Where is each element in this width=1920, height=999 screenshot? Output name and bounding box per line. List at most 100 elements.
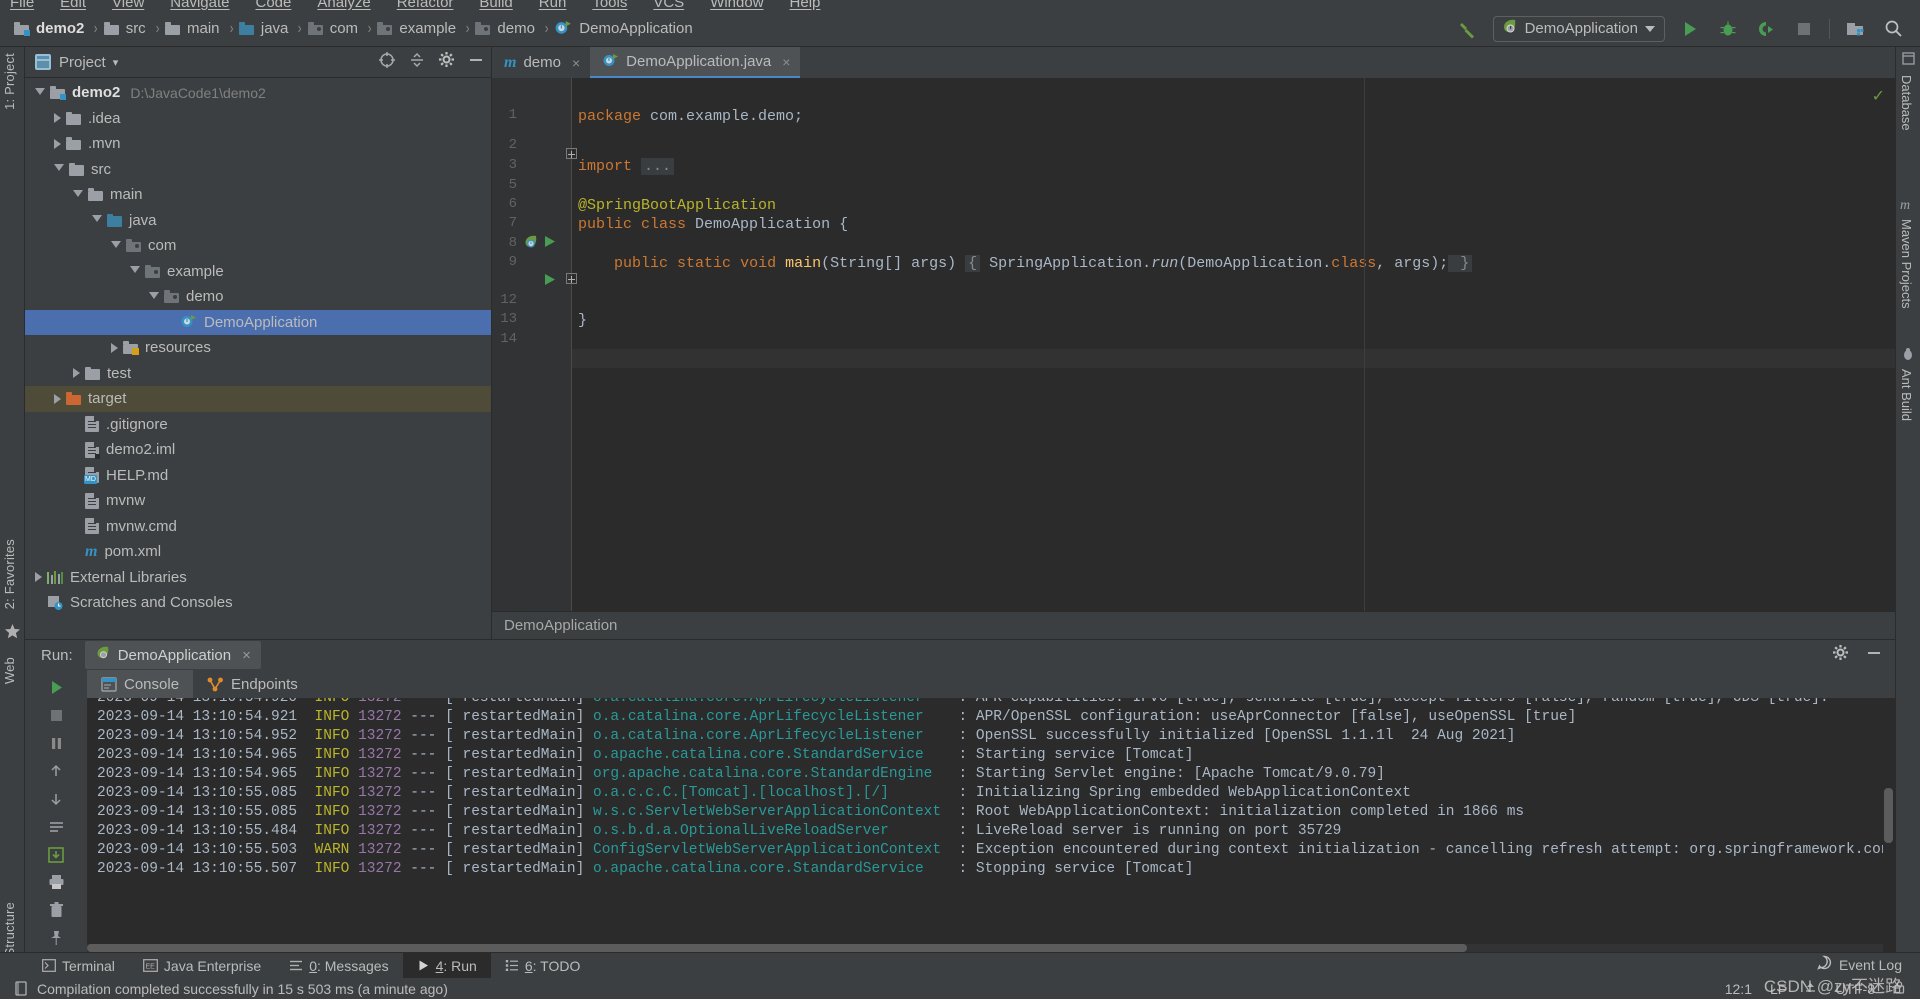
breadcrumb-item-com[interactable]: com [307, 20, 358, 37]
tree-node-example[interactable]: example [25, 259, 491, 285]
chevron-down-icon[interactable]: ▾ [113, 56, 119, 69]
run-with-coverage-icon[interactable] [1753, 16, 1779, 42]
menu-item-build[interactable]: Build [479, 0, 512, 11]
console-vertical-scrollbar-thumb[interactable] [1884, 788, 1893, 843]
console-output[interactable]: 2023-09-14 13:10:54.920 INFO 13272 --- [… [87, 698, 1895, 952]
tree-node-scratches-and-consoles[interactable]: Scratches and Consoles [25, 590, 491, 616]
line-separator[interactable]: LF [1770, 981, 1786, 997]
menu-item-help[interactable]: Help [790, 0, 821, 11]
menu-item-edit[interactable]: Edit [60, 0, 86, 11]
indent-icon[interactable] [1804, 981, 1817, 997]
editor-tab-demo[interactable]: m demo × [492, 47, 590, 78]
expand-arrow-icon[interactable] [111, 240, 121, 253]
run-gutter-icon[interactable] [543, 273, 556, 291]
bottom-tab---todo[interactable]: 6: TODO [491, 953, 595, 979]
tree-node-main[interactable]: main [25, 182, 491, 208]
rerun-icon[interactable] [39, 674, 73, 702]
search-everywhere-icon[interactable] [1880, 16, 1906, 42]
rail-tab-web[interactable]: Web [2, 657, 17, 684]
menu-item-code[interactable]: Code [255, 0, 291, 11]
tree-node-external-libraries[interactable]: External Libraries [25, 565, 491, 591]
tree-node-mvnw-cmd[interactable]: mvnw.cmd [25, 514, 491, 540]
breadcrumb-item-src[interactable]: src [103, 20, 146, 37]
code-editor[interactable]: 1 2 3 5 6 7 8 9 12 13 14 package com.exa… [492, 78, 1895, 639]
tree-node-demoapplication[interactable]: DemoApplication [25, 309, 491, 335]
menu-item-file[interactable]: File [10, 0, 34, 11]
stop-icon[interactable] [1791, 16, 1817, 42]
run-icon[interactable] [1677, 16, 1703, 42]
editor-tab-demoapplication-java[interactable]: DemoApplication.java × [590, 47, 801, 78]
collapse-arrow-icon[interactable] [54, 393, 61, 404]
tree-node-demo2[interactable]: demo2 D:\JavaCode1\demo2 [25, 80, 491, 106]
breadcrumb-item-example[interactable]: example [377, 20, 456, 37]
breadcrumb-item-main[interactable]: main [165, 20, 220, 37]
tree-node-src[interactable]: src [25, 157, 491, 183]
close-icon[interactable]: × [242, 647, 251, 664]
collapse-arrow-icon[interactable] [54, 113, 61, 124]
settings-gear-icon[interactable] [438, 51, 455, 73]
run-gutter-icon[interactable] [543, 235, 556, 253]
menu-item-tools[interactable]: Tools [592, 0, 627, 11]
console-horizontal-scrollbar[interactable] [87, 944, 1883, 952]
rail-tab-database[interactable]: Database [1899, 75, 1914, 131]
print-icon[interactable] [39, 869, 73, 897]
collapse-all-icon[interactable] [408, 51, 426, 74]
expand-arrow-icon[interactable] [92, 215, 102, 227]
tree-node-pom-xml[interactable]: m pom.xml [25, 539, 491, 565]
up-arrow-icon[interactable] [39, 757, 73, 785]
soft-wrap-icon[interactable] [39, 813, 73, 841]
menu-item-view[interactable]: View [112, 0, 144, 11]
clear-all-icon[interactable] [39, 896, 73, 924]
rail-tab-favorites[interactable]: 2: Favorites [2, 539, 17, 609]
project-structure-icon[interactable] [1842, 16, 1868, 42]
lock-icon[interactable] [1893, 980, 1906, 997]
collapse-arrow-icon[interactable] [111, 342, 118, 353]
tree-node-help-md[interactable]: MD HELP.md [25, 463, 491, 489]
rail-tab-project[interactable]: 1: Project [2, 53, 17, 110]
bottom-tab---run[interactable]: 4: Run [402, 952, 491, 979]
settings-gear-icon[interactable] [1832, 644, 1849, 666]
menu-item-navigate[interactable]: Navigate [170, 0, 229, 11]
menu-item-analyze[interactable]: Analyze [317, 0, 370, 11]
tree-node--mvn[interactable]: .mvn [25, 131, 491, 157]
menu-item-run[interactable]: Run [539, 0, 567, 11]
tree-node--gitignore[interactable]: .gitignore [25, 412, 491, 438]
chevron-down-icon[interactable] [1645, 25, 1655, 32]
collapse-arrow-icon[interactable] [54, 138, 61, 149]
run-configuration-selector[interactable]: DemoApplication [1492, 15, 1665, 42]
tree-node-demo2-iml[interactable]: demo2.iml [25, 437, 491, 463]
spring-bean-gutter-icon[interactable] [523, 234, 539, 255]
rail-tab-ant[interactable]: Ant Build [1899, 369, 1914, 421]
collapse-arrow-icon[interactable] [73, 368, 80, 379]
breadcrumb-item-demo2[interactable]: demo2 [14, 20, 84, 37]
editor-gutter[interactable]: 1 2 3 5 6 7 8 9 12 13 14 [492, 78, 577, 639]
notification-icon[interactable] [14, 981, 28, 996]
event-log-button[interactable]: Event Log [1817, 952, 1920, 978]
tree-node-resources[interactable]: resources [25, 335, 491, 361]
expand-arrow-icon[interactable] [130, 266, 140, 278]
menu-item-vcs[interactable]: VCS [653, 0, 684, 11]
tree-node--idea[interactable]: .idea [25, 106, 491, 132]
expand-arrow-icon[interactable] [73, 189, 83, 202]
stop-icon[interactable] [39, 702, 73, 730]
debug-icon[interactable] [1715, 16, 1741, 42]
hide-panel-icon[interactable] [1865, 644, 1883, 667]
file-encoding[interactable]: UTF-8 [1835, 981, 1875, 997]
collapse-arrow-icon[interactable] [35, 572, 42, 583]
notifications-icon[interactable] [1901, 51, 1918, 68]
expand-arrow-icon[interactable] [54, 164, 64, 176]
rail-tab-maven[interactable]: Maven Projects [1899, 219, 1914, 309]
expand-arrow-icon[interactable] [149, 291, 159, 304]
inspection-status-icon[interactable]: ✓ [1872, 86, 1885, 106]
close-icon[interactable]: × [782, 54, 790, 70]
tree-node-target[interactable]: target [25, 386, 491, 412]
run-configuration-chip[interactable]: DemoApplication × [84, 641, 261, 669]
tree-node-java[interactable]: java [25, 208, 491, 234]
pin-icon[interactable] [39, 924, 73, 952]
menu-item-refactor[interactable]: Refactor [397, 0, 454, 11]
tree-node-demo[interactable]: demo [25, 284, 491, 310]
breadcrumb-item-demoapplication[interactable]: DemoApplication [554, 20, 693, 38]
close-icon[interactable]: × [572, 55, 580, 71]
tree-node-test[interactable]: test [25, 361, 491, 387]
expand-arrow-icon[interactable] [35, 87, 45, 100]
